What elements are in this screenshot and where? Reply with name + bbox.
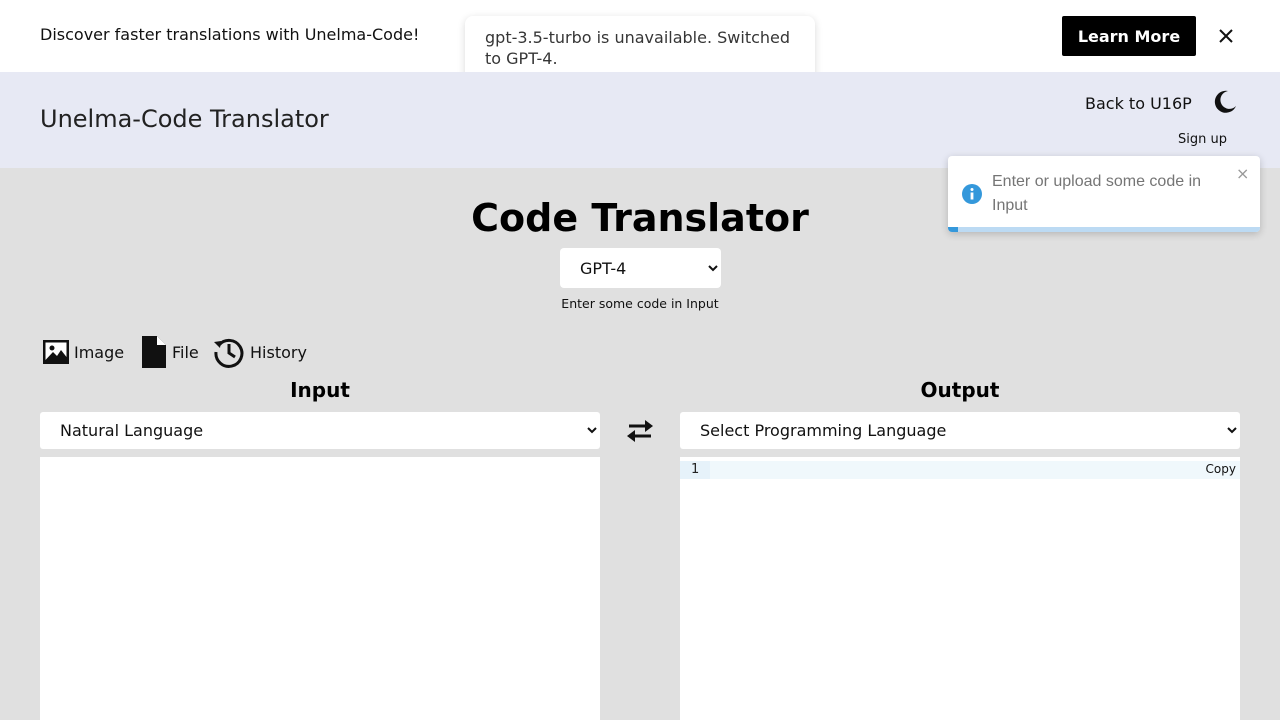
sign-up-link[interactable]: Sign up — [1178, 132, 1227, 147]
back-link[interactable]: Back to U16P — [1085, 94, 1192, 113]
page-title: Code Translator — [471, 196, 809, 240]
history-button[interactable]: History — [212, 334, 307, 370]
file-icon — [142, 336, 166, 368]
input-language-select[interactable]: Natural Language — [40, 412, 600, 449]
history-label: History — [250, 342, 307, 362]
history-icon — [214, 338, 244, 368]
banner-text: Discover faster translations with Unelma… — [40, 25, 420, 44]
copy-button[interactable]: Copy — [1206, 461, 1236, 477]
output-heading: Output — [920, 378, 1000, 402]
toast-message: gpt-3.5-turbo is unavailable. Switched t… — [485, 28, 791, 68]
app-header: Unelma-Code Translator Back to U16P Sign… — [0, 72, 1280, 168]
moon-icon[interactable] — [1210, 88, 1238, 116]
swap-languages-button[interactable] — [622, 414, 658, 448]
image-icon — [43, 340, 69, 364]
image-label: Image — [74, 342, 125, 362]
line-number: 1 — [680, 461, 710, 479]
input-heading: Input — [290, 378, 350, 402]
banner-close-button[interactable] — [1214, 24, 1238, 48]
output-language-select[interactable]: Select Programming Language — [680, 412, 1240, 449]
swap-arrows-icon — [627, 420, 653, 442]
learn-more-button[interactable]: Learn More — [1062, 16, 1196, 56]
app-title: Unelma-Code Translator — [40, 105, 329, 133]
model-select[interactable]: GPT-4 — [560, 248, 721, 288]
image-upload-button[interactable]: Image — [42, 334, 124, 370]
input-code-editor[interactable] — [40, 457, 600, 720]
info-toast-close-button[interactable]: × — [1236, 164, 1249, 183]
file-label: File — [172, 342, 199, 362]
close-icon — [1219, 29, 1233, 43]
input-hint: Enter some code in Input — [561, 296, 719, 311]
output-line-row: 1 — [680, 461, 1240, 479]
file-upload-button[interactable]: File — [140, 334, 199, 370]
output-code-editor[interactable]: 1 Copy — [680, 457, 1240, 720]
